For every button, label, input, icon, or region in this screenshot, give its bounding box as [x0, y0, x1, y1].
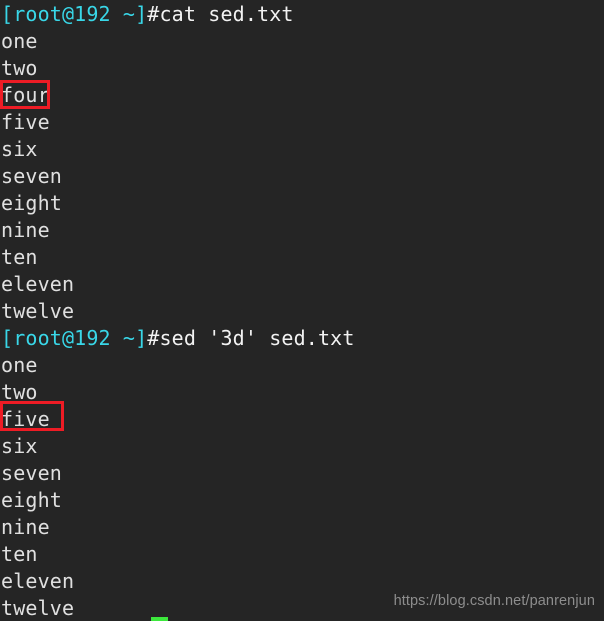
output-line: seven	[1, 461, 62, 485]
output-line: nine	[1, 218, 50, 242]
output-line: one	[1, 29, 38, 53]
shell-prompt: [root@192 ~]	[1, 326, 148, 350]
terminal-window[interactable]: [root@192 ~]#cat sed.txt one two four fi…	[0, 0, 604, 621]
output-line-highlighted-four: four	[1, 83, 50, 107]
output-line: six	[1, 137, 38, 161]
output-line: twelve	[1, 299, 75, 323]
output-line-highlighted-five: five	[1, 407, 50, 431]
output-line: five	[1, 110, 50, 134]
command-text-1: #cat sed.txt	[147, 2, 294, 26]
output-line: two	[1, 56, 38, 80]
output-line: nine	[1, 515, 50, 539]
terminal-screen: [root@192 ~]#cat sed.txt one two four fi…	[0, 0, 604, 621]
output-line: two	[1, 380, 38, 404]
output-line: six	[1, 434, 38, 458]
shell-prompt: [root@192 ~]	[1, 2, 148, 26]
output-line: eleven	[1, 272, 75, 296]
output-line: eight	[1, 488, 62, 512]
output-line: eight	[1, 191, 62, 215]
command-line-2: [root@192 ~]#sed '3d' sed.txt	[1, 325, 604, 352]
terminal-cursor	[151, 617, 168, 621]
output-line: seven	[1, 164, 62, 188]
output-line: eleven	[1, 569, 75, 593]
output-line: one	[1, 353, 38, 377]
command-line-1: [root@192 ~]#cat sed.txt	[1, 1, 604, 28]
output-line: ten	[1, 542, 38, 566]
output-line: ten	[1, 245, 38, 269]
watermark-text: https://blog.csdn.net/panrenjun	[393, 593, 595, 609]
command-text-2: #sed '3d' sed.txt	[147, 326, 355, 350]
